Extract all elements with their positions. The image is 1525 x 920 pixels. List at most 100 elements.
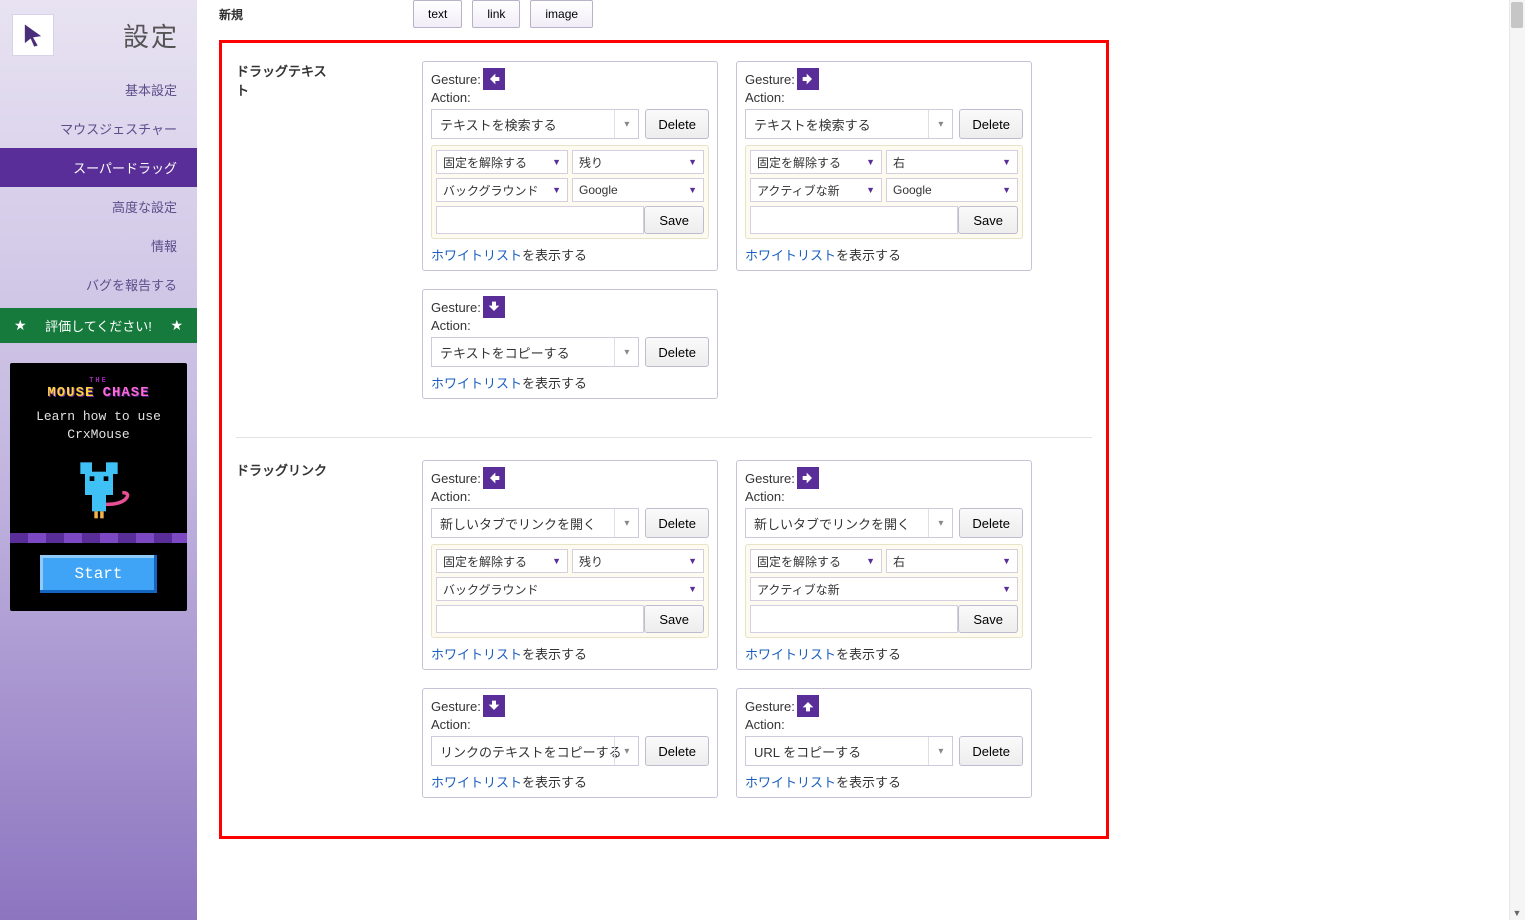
- gesture-card: Gesture: Action: リンクのテキストをコピーする▾ Delete …: [422, 688, 718, 798]
- whitelist-row: ホワイトリストを表示する: [431, 245, 709, 264]
- select[interactable]: 右▼: [886, 549, 1018, 573]
- select[interactable]: URL をコピーする▾: [745, 736, 953, 766]
- save-input[interactable]: [436, 206, 644, 234]
- nav-bug[interactable]: バグを報告する: [0, 265, 197, 304]
- type-tabs: text link image: [413, 0, 593, 28]
- select[interactable]: 新しいタブでリンクを開く▾: [431, 508, 639, 538]
- delete-button[interactable]: Delete: [645, 508, 709, 538]
- select[interactable]: リンクのテキストをコピーする▾: [431, 736, 639, 766]
- options-row: 固定を解除する▼残り▼: [436, 549, 704, 573]
- select[interactable]: アクティブな新▼: [750, 178, 882, 202]
- select[interactable]: 右▼: [886, 150, 1018, 174]
- save-row: Save: [750, 206, 1018, 234]
- top-row: 新規 text link image: [219, 0, 1525, 40]
- select[interactable]: 残り▼: [572, 549, 704, 573]
- whitelist-link[interactable]: ホワイトリスト: [745, 248, 836, 263]
- section-title: ドラッグリンク: [236, 460, 332, 798]
- gesture-label: Gesture:: [431, 72, 481, 87]
- action-row: テキストをコピーする▾ Delete: [431, 337, 709, 367]
- whitelist-row: ホワイトリストを表示する: [431, 772, 709, 791]
- section-drag_link: ドラッグリンク Gesture: Action: 新しいタブでリンクを開く▾ D…: [236, 437, 1092, 812]
- gesture-label: Gesture:: [745, 471, 795, 486]
- delete-button[interactable]: Delete: [645, 736, 709, 766]
- highlight-box: ドラッグテキスト Gesture: Action: テキストを検索する▾ Del…: [219, 40, 1109, 839]
- nav-advanced[interactable]: 高度な設定: [0, 187, 197, 226]
- delete-button[interactable]: Delete: [959, 109, 1023, 139]
- save-input[interactable]: [436, 605, 644, 633]
- whitelist-row: ホワイトリストを表示する: [745, 245, 1023, 264]
- chevron-down-icon: ▾: [614, 509, 638, 537]
- select[interactable]: Google▼: [572, 178, 704, 202]
- select[interactable]: Google▼: [886, 178, 1018, 202]
- tab-image[interactable]: image: [530, 0, 593, 28]
- chevron-down-icon: ▼: [1002, 584, 1011, 594]
- whitelist-link[interactable]: ホワイトリスト: [431, 248, 522, 263]
- select[interactable]: 固定を解除する▼: [750, 150, 882, 174]
- options-row: 固定を解除する▼残り▼: [436, 150, 704, 174]
- save-button[interactable]: Save: [958, 605, 1018, 633]
- save-row: Save: [750, 605, 1018, 633]
- whitelist-link[interactable]: ホワイトリスト: [745, 647, 836, 662]
- gesture-row: Gesture:: [745, 695, 1023, 717]
- save-button[interactable]: Save: [958, 206, 1018, 234]
- delete-button[interactable]: Delete: [959, 508, 1023, 538]
- options-box: 固定を解除する▼右▼アクティブな新▼Google▼ Save: [745, 145, 1023, 239]
- gesture-card: Gesture: Action: 新しいタブでリンクを開く▾ Delete 固定…: [422, 460, 718, 670]
- main-content: 新規 text link image ドラッグテキスト Gesture: Act…: [197, 0, 1525, 920]
- cards: Gesture: Action: テキストを検索する▾ Delete 固定を解除…: [422, 61, 1062, 399]
- gesture-card: Gesture: Action: 新しいタブでリンクを開く▾ Delete 固定…: [736, 460, 1032, 670]
- select[interactable]: バックグラウンド▼: [436, 577, 704, 601]
- options-row: アクティブな新▼Google▼: [750, 178, 1018, 202]
- action-row: リンクのテキストをコピーする▾ Delete: [431, 736, 709, 766]
- arrow-right-icon: [797, 467, 819, 489]
- select[interactable]: バックグラウンド▼: [436, 178, 568, 202]
- save-input[interactable]: [750, 605, 958, 633]
- whitelist-row: ホワイトリストを表示する: [431, 373, 709, 392]
- nav-superdrag[interactable]: スーパードラッグ: [0, 148, 197, 187]
- chevron-down-icon: ▼: [552, 556, 561, 566]
- whitelist-link[interactable]: ホワイトリスト: [745, 775, 836, 790]
- scrollbar-down-icon[interactable]: ▼: [1509, 906, 1525, 920]
- scrollbar-thumb[interactable]: [1511, 2, 1523, 28]
- whitelist-tail: を表示する: [522, 376, 587, 391]
- tab-text[interactable]: text: [413, 0, 462, 28]
- save-input[interactable]: [750, 206, 958, 234]
- gesture-label: Gesture:: [431, 300, 481, 315]
- whitelist-link[interactable]: ホワイトリスト: [431, 647, 522, 662]
- select[interactable]: 残り▼: [572, 150, 704, 174]
- nav-gesture[interactable]: マウスジェスチャー: [0, 109, 197, 148]
- save-button[interactable]: Save: [644, 605, 704, 633]
- scrollbar[interactable]: ▲ ▼: [1509, 0, 1525, 920]
- save-button[interactable]: Save: [644, 206, 704, 234]
- nav-rate[interactable]: ★ 評価してください! ★: [0, 308, 197, 343]
- promo-start-button[interactable]: Start: [40, 555, 156, 593]
- whitelist-row: ホワイトリストを表示する: [745, 644, 1023, 663]
- select[interactable]: テキストをコピーする▾: [431, 337, 639, 367]
- select[interactable]: テキストを検索する▾: [431, 109, 639, 139]
- logo-row: 設定: [0, 0, 197, 70]
- select[interactable]: 固定を解除する▼: [750, 549, 882, 573]
- select[interactable]: 新しいタブでリンクを開く▾: [745, 508, 953, 538]
- whitelist-link[interactable]: ホワイトリスト: [431, 376, 522, 391]
- delete-button[interactable]: Delete: [645, 109, 709, 139]
- whitelist-row: ホワイトリストを表示する: [431, 644, 709, 663]
- select[interactable]: 固定を解除する▼: [436, 549, 568, 573]
- delete-button[interactable]: Delete: [959, 736, 1023, 766]
- delete-button[interactable]: Delete: [645, 337, 709, 367]
- gesture-row: Gesture:: [431, 296, 709, 318]
- whitelist-link[interactable]: ホワイトリスト: [431, 775, 522, 790]
- chevron-down-icon: ▼: [688, 185, 697, 195]
- chevron-down-icon: ▼: [866, 556, 875, 566]
- select[interactable]: 固定を解除する▼: [436, 150, 568, 174]
- tab-link[interactable]: link: [472, 0, 520, 28]
- select[interactable]: テキストを検索する▾: [745, 109, 953, 139]
- select[interactable]: アクティブな新▼: [750, 577, 1018, 601]
- chevron-down-icon: ▼: [688, 584, 697, 594]
- chevron-down-icon: ▼: [1002, 556, 1011, 566]
- chevron-down-icon: ▾: [614, 338, 638, 366]
- gesture-row: Gesture:: [745, 467, 1023, 489]
- nav-basic[interactable]: 基本設定: [0, 70, 197, 109]
- nav-info[interactable]: 情報: [0, 226, 197, 265]
- app-logo: [12, 14, 54, 56]
- action-label: Action:: [431, 489, 709, 504]
